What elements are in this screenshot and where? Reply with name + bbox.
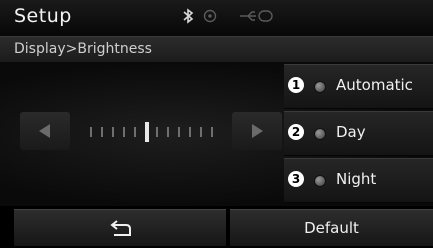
back-arrow-icon [110, 220, 131, 236]
option-day[interactable]: Day [284, 111, 433, 156]
brightness-tick [123, 127, 125, 137]
default-button-label: Default [304, 219, 359, 237]
radio-indicator [314, 128, 326, 140]
radio-indicator [314, 81, 326, 93]
brightness-tick [189, 127, 191, 137]
brightness-level-indicator [145, 122, 149, 142]
option-label: Night [336, 170, 377, 188]
breadcrumb: Display>Brightness [0, 36, 433, 63]
brightness-tick [112, 127, 114, 137]
default-button[interactable]: Default [230, 209, 433, 246]
option-label: Day [336, 123, 366, 141]
option-night[interactable]: Night [284, 158, 433, 203]
brightness-tick [156, 127, 158, 137]
callout-number: 2 [288, 124, 304, 140]
top-bar: Setup [0, 0, 433, 36]
callout-number: 3 [288, 171, 304, 187]
breadcrumb-text: Display>Brightness [14, 41, 152, 57]
callout-number: 1 [288, 77, 304, 93]
brightness-tick [134, 127, 136, 137]
back-button[interactable] [14, 209, 226, 246]
brightness-tick [167, 127, 169, 137]
brightness-level-slider[interactable] [72, 112, 230, 150]
usb-icon [240, 10, 273, 22]
brightness-tick [200, 127, 202, 137]
brightness-tick [101, 127, 103, 137]
brightness-increase-button[interactable] [232, 112, 282, 150]
brightness-tick [178, 127, 180, 137]
brightness-tick [90, 127, 92, 137]
gps-icon [203, 9, 217, 23]
radio-indicator [314, 175, 326, 187]
brightness-decrease-button[interactable] [20, 112, 70, 150]
brightness-tick [211, 127, 213, 137]
bluetooth-icon [183, 8, 194, 24]
option-label: Automatic [336, 76, 413, 94]
page-title: Setup [14, 5, 72, 27]
arrow-left-icon [39, 124, 50, 138]
arrow-right-icon [252, 124, 263, 138]
option-automatic[interactable]: Automatic [284, 64, 433, 109]
